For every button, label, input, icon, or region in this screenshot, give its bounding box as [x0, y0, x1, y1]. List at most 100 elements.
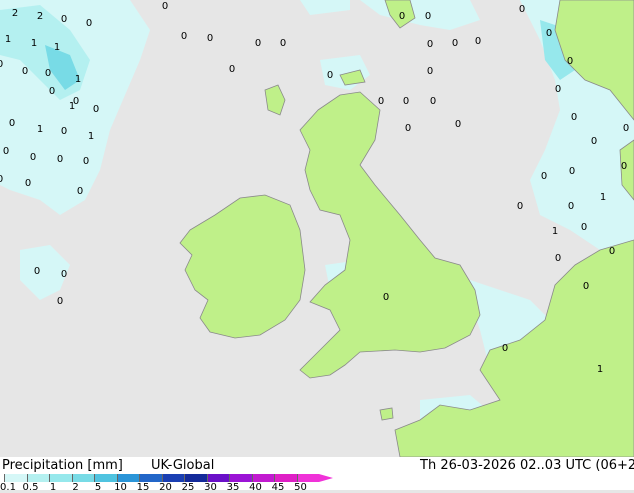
precip-value-label: 0: [57, 296, 63, 307]
legend-tick-label: 0.1: [0, 482, 16, 493]
precip-value-label: 0: [280, 38, 286, 49]
precip-value-label: 0: [427, 39, 433, 50]
precip-value-label: 0: [61, 269, 67, 280]
legend-arrow: [319, 474, 333, 482]
channel-islands: [379, 407, 394, 421]
precip-value-label: 0: [45, 68, 51, 79]
legend-tick-label: 20: [159, 482, 172, 493]
precip-value-label: 1: [5, 34, 11, 45]
precip-value-label: 0: [405, 123, 411, 134]
precip-value-label: 0: [3, 146, 9, 157]
precip-value-label: 0: [0, 174, 3, 185]
legend-swatch: [26, 474, 49, 482]
precip-value-label: 1: [54, 42, 60, 53]
precip-value-label: 0: [571, 112, 577, 123]
precip-value-label: 0: [34, 266, 40, 277]
precip-value-label: 0: [399, 11, 405, 22]
title-valid-time: Th 26-03-2026 02..03 UTC (06+21): [420, 458, 634, 473]
legend-tick-label: 40: [249, 482, 262, 493]
precip-value-label: 0: [555, 253, 561, 264]
legend-tick-label: 0.5: [22, 482, 39, 493]
precip-value-label: 1: [31, 38, 37, 49]
precip-value-label: 1: [69, 101, 75, 112]
legend-tick-label: 25: [181, 482, 195, 493]
precip-value-label: 0: [541, 171, 547, 182]
precip-value-label: 0: [181, 31, 187, 42]
title-model: UK-Global: [151, 458, 215, 473]
precip-value-label: 0: [430, 96, 436, 107]
precip-value-label: 0: [546, 28, 552, 39]
precip-value-label: 0: [519, 4, 525, 15]
precip-value-label: 0: [425, 11, 431, 22]
legend-tick-label: 10: [114, 482, 127, 493]
precip-value-label: 0: [162, 1, 168, 12]
precip-value-label: 0: [581, 222, 587, 233]
precip-value-label: 0: [452, 38, 458, 49]
legend-tick-label: 1: [49, 482, 57, 493]
precip-value-label: 0: [621, 161, 627, 172]
precip-value-label: 0: [403, 96, 409, 107]
precip-value-label: 0: [57, 154, 63, 165]
precip-value-label: 0: [475, 36, 481, 47]
legend-tick-label: 35: [226, 482, 240, 493]
precip-value-label: 0: [207, 33, 213, 44]
precip-value-label: 0: [86, 18, 92, 29]
precip-value-label: 0: [383, 292, 389, 303]
legend-swatch: [296, 474, 319, 482]
precip-value-label: 1: [597, 364, 603, 375]
precip-value-label: 0: [502, 343, 508, 354]
legend-tick-label: 15: [136, 482, 150, 493]
precip-value-label: 0: [427, 66, 433, 77]
precip-value-label: 0: [555, 84, 561, 95]
legend-swatch: [71, 474, 94, 482]
precip-value-label: 1: [75, 74, 81, 85]
legend-swatch: [274, 474, 297, 482]
precip-value-label: 0: [61, 126, 67, 137]
legend-swatch: [139, 474, 162, 482]
precip-value-label: 0: [25, 178, 31, 189]
precip-value-label: 0: [9, 118, 15, 129]
legend-tick-label: 45: [271, 482, 285, 493]
legend-swatch: [184, 474, 207, 482]
precip-value-label: 0: [49, 86, 55, 97]
legend-tick-label: 30: [204, 482, 217, 493]
precip-value-label: 0: [517, 201, 523, 212]
precip-value-label: 1: [37, 124, 43, 135]
title-precip-label: Precipitation [mm]: [2, 458, 123, 473]
precip-value-label: 1: [88, 131, 94, 142]
legend-swatch: [251, 474, 274, 482]
precip-value-label: 0: [568, 201, 574, 212]
precip-value-label: 0: [567, 56, 573, 67]
legend-swatch: [49, 474, 72, 482]
precip-value-label: 0: [229, 64, 235, 75]
precipitation-map: 2 2 0 0 0 0 0 1 1 1 0 0 0 0 0 0 1 1 0 1 0 0 0 0 0 0 0 1 0 0 0 0 0 0 0 0 0 0 0 0…: [0, 0, 634, 457]
precip-value-label: 0: [378, 96, 384, 107]
precip-value-label: 0: [30, 152, 36, 163]
legend-tick-label: 5: [94, 482, 102, 493]
legend-tick-label: 50: [294, 482, 307, 493]
precip-value-label: 0: [591, 136, 597, 147]
legend-swatch: [4, 474, 27, 482]
precip-value-label: 0: [455, 119, 461, 130]
precip-value-label: 0: [569, 166, 575, 177]
precip-value-label: 0: [22, 66, 28, 77]
precip-value-label: 2: [12, 8, 18, 19]
precip-value-label: 0: [83, 156, 89, 167]
precip-value-label: 0: [93, 104, 99, 115]
precip-value-label: 0: [255, 38, 261, 49]
legend-swatch: [229, 474, 252, 482]
legend-tick-label: 2: [72, 482, 79, 493]
precip-value-label: 0: [77, 186, 83, 197]
legend-swatch: [206, 474, 229, 482]
precip-value-label: 0: [61, 14, 67, 25]
precip-value-label: 2: [37, 11, 43, 22]
legend-swatch: [94, 474, 117, 482]
legend-swatch: [161, 474, 184, 482]
precip-value-label: 1: [552, 226, 558, 237]
precip-value-label: 1: [600, 192, 606, 203]
precip-value-label: 0: [583, 281, 589, 292]
legend-swatch: [116, 474, 139, 482]
precip-value-label: 0: [0, 59, 3, 70]
precip-value-label: 0: [327, 70, 333, 81]
precip-value-label: 0: [609, 246, 615, 257]
